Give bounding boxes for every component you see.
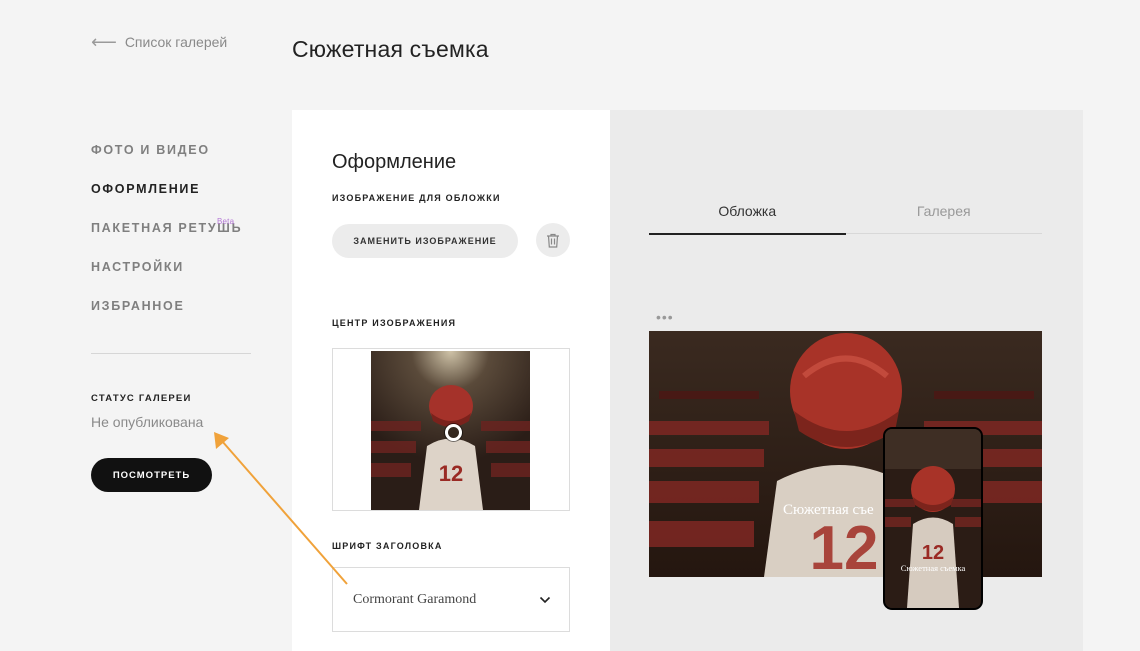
sidebar-nav: ФОТО И ВИДЕО ОФОРМЛЕНИЕ ПАКЕТНАЯ РЕТУШЬ B… xyxy=(91,143,261,338)
mobile-cover-preview: 12 Сюжетная съемка xyxy=(883,427,983,610)
preview-tabs: Обложка Галерея xyxy=(649,202,1043,235)
arrow-left-icon: ⟵ xyxy=(91,32,117,52)
desktop-preview-title: Сюжетная съе xyxy=(783,502,874,518)
gallery-status-value: Не опубликована xyxy=(91,414,204,430)
heading-font-select[interactable]: Cormorant Garamond xyxy=(332,567,570,632)
page-title: Сюжетная съемка xyxy=(292,36,489,62)
more-options-icon[interactable]: ••• xyxy=(656,310,674,324)
back-to-galleries-link[interactable]: ⟵ Список галерей xyxy=(91,32,228,52)
sidebar-item-favorites[interactable]: ИЗБРАННОЕ xyxy=(91,299,261,338)
font-select-value: Cormorant Garamond xyxy=(353,591,477,607)
mobile-preview-title: Сюжетная съемка xyxy=(900,563,966,573)
sidebar-item-design[interactable]: ОФОРМЛЕНИЕ xyxy=(91,182,261,221)
desktop-cover-preview: 12 Сюжетная съе xyxy=(649,331,1042,577)
sidebar-item-label: НАСТРОЙКИ xyxy=(91,260,184,274)
sidebar-item-label: ОФОРМЛЕНИЕ xyxy=(91,182,201,196)
cover-image-label: ИЗОБРАЖЕНИЕ ДЛЯ ОБЛОЖКИ xyxy=(332,193,501,203)
svg-text:12: 12 xyxy=(810,514,879,577)
beta-badge: Beta xyxy=(217,217,235,226)
sidebar-item-settings[interactable]: НАСТРОЙКИ xyxy=(91,260,261,299)
focal-point-handle[interactable] xyxy=(445,424,462,441)
heading-font-label: ШРИФТ ЗАГОЛОВКА xyxy=(332,541,443,551)
delete-image-button[interactable] xyxy=(536,223,570,257)
sidebar-item-photo-video[interactable]: ФОТО И ВИДЕО xyxy=(91,143,261,182)
design-settings-panel: Оформление ИЗОБРАЖЕНИЕ ДЛЯ ОБЛОЖКИ ЗАМЕН… xyxy=(292,110,610,651)
trash-icon xyxy=(547,233,559,248)
sidebar-divider xyxy=(91,353,251,354)
replace-image-button[interactable]: ЗАМЕНИТЬ ИЗОБРАЖЕНИЕ xyxy=(332,224,518,258)
tab-cover[interactable]: Обложка xyxy=(649,202,846,235)
svg-text:12: 12 xyxy=(439,461,463,486)
focal-point-label: ЦЕНТР ИЗОБРАЖЕНИЯ xyxy=(332,318,457,328)
focal-point-picker[interactable]: 12 xyxy=(332,348,570,511)
svg-text:12: 12 xyxy=(922,542,944,564)
back-link-label: Список галерей xyxy=(124,34,228,50)
sidebar-item-batch-retouch[interactable]: ПАКЕТНАЯ РЕТУШЬ Beta xyxy=(91,217,261,260)
sidebar-item-label: ФОТО И ВИДЕО xyxy=(91,143,210,157)
chevron-down-icon xyxy=(539,596,551,603)
panel-title: Оформление xyxy=(332,151,457,173)
sidebar-item-label: ИЗБРАННОЕ xyxy=(91,299,185,313)
cover-preview-area: Обложка Галерея ••• 12 Сюжетная съе 12 С… xyxy=(610,110,1083,651)
gallery-status-label: СТАТУС ГАЛЕРЕИ xyxy=(91,393,192,404)
view-gallery-button[interactable]: ПОСМОТРЕТЬ xyxy=(91,458,212,492)
tab-gallery[interactable]: Галерея xyxy=(846,202,1043,233)
